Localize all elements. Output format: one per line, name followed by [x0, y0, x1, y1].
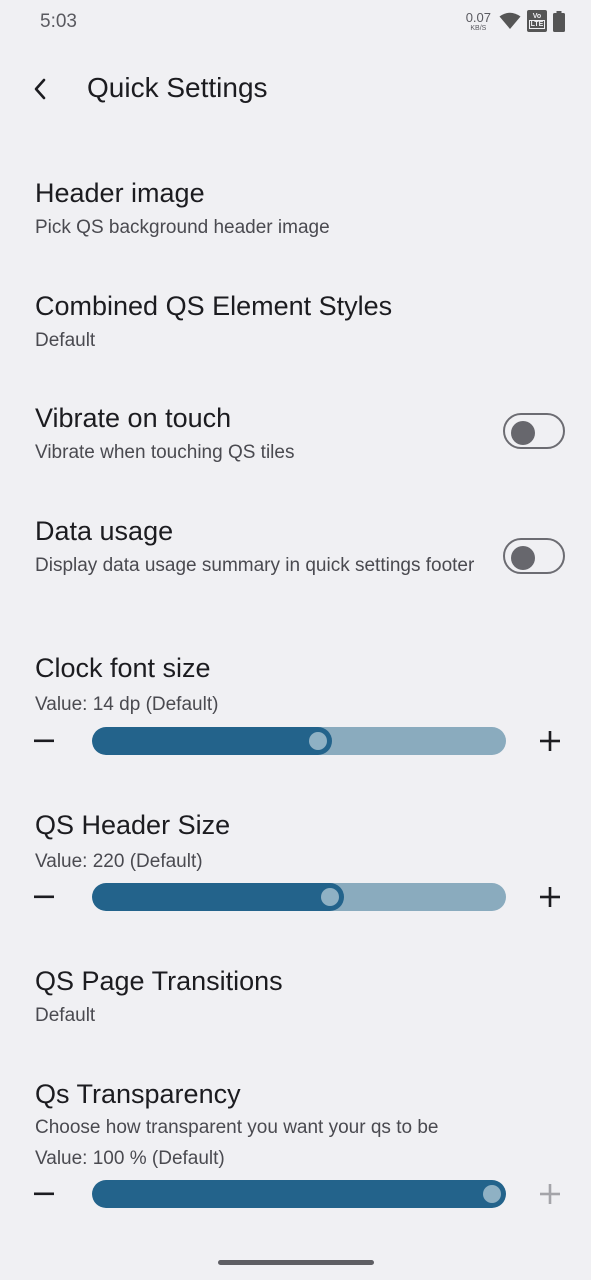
setting-qs-page-transitions[interactable]: QS Page Transitions Default [0, 953, 591, 1053]
volte-label-top: Vo [532, 12, 542, 20]
increase-button[interactable] [530, 721, 570, 761]
app-bar: Quick Settings [0, 56, 591, 122]
setting-subtitle: Vibrate when touching QS tiles [35, 442, 295, 463]
network-speed-value: 0.07 [465, 9, 491, 25]
back-button[interactable] [20, 69, 60, 109]
setting-subtitle: Pick QS background header image [35, 217, 330, 238]
setting-header-image[interactable]: Header image Pick QS background header i… [0, 165, 591, 265]
clock-font-size-slider-row [0, 721, 591, 761]
setting-title: QS Header Size [35, 810, 231, 840]
qs-header-size-slider[interactable] [92, 883, 506, 911]
slider-value-text: Value: 14 dp (Default) [35, 694, 219, 715]
volte-icon: Vo LTE [527, 10, 547, 32]
qs-transparency-slider[interactable] [92, 1180, 506, 1208]
decrease-button[interactable] [24, 721, 64, 761]
switch-thumb [511, 546, 535, 570]
clock-font-size-slider[interactable] [92, 727, 506, 755]
status-bar: 5:03 0.07 KB/S Vo LTE [0, 0, 591, 44]
minus-icon [34, 895, 54, 899]
qs-header-size-slider-row [0, 877, 591, 917]
setting-title: QS Page Transitions [35, 966, 283, 996]
increase-button-disabled[interactable] [530, 1174, 570, 1214]
slider-thumb[interactable] [483, 1185, 501, 1203]
slider-thumb[interactable] [320, 888, 339, 906]
slider-fill [92, 1180, 506, 1208]
switch-thumb [511, 421, 535, 445]
back-arrow-icon [34, 78, 46, 100]
setting-subtitle: Display data usage summary in quick sett… [35, 555, 475, 576]
slider-value-text: Value: 100 % (Default) [35, 1148, 225, 1169]
setting-clock-font-size: Clock font size Value: 14 dp (Default) [0, 640, 591, 770]
setting-combined-qs-element-styles[interactable]: Combined QS Element Styles Default [0, 278, 591, 378]
plus-icon [540, 887, 560, 907]
page-title: Quick Settings [87, 72, 268, 103]
setting-subtitle: Default [35, 1005, 96, 1026]
setting-qs-transparency: Qs Transparency Choose how transparent y… [0, 1066, 591, 1226]
vibrate-on-touch-switch[interactable] [503, 413, 565, 449]
plus-icon [540, 1184, 560, 1204]
setting-subtitle: Default [35, 330, 96, 351]
wifi-icon [499, 12, 521, 29]
network-speed-unit: KB/S [470, 24, 487, 32]
decrease-button[interactable] [24, 1174, 64, 1214]
data-usage-switch[interactable] [503, 538, 565, 574]
qs-transparency-slider-row [0, 1174, 591, 1214]
setting-data-usage[interactable]: Data usage Display data usage summary in… [0, 503, 591, 623]
minus-icon [34, 739, 54, 743]
setting-subtitle: Choose how transparent you want your qs … [35, 1117, 439, 1138]
slider-fill [92, 883, 344, 911]
plus-icon [540, 731, 560, 751]
setting-title: Qs Transparency [35, 1079, 241, 1109]
setting-title: Clock font size [35, 653, 211, 683]
setting-qs-header-size: QS Header Size Value: 220 (Default) [0, 797, 591, 927]
battery-icon [553, 10, 565, 32]
status-time: 5:03 [40, 11, 77, 32]
status-icons: 0.07 KB/S Vo LTE [466, 10, 565, 32]
setting-title: Header image [35, 178, 205, 208]
decrease-button[interactable] [24, 877, 64, 917]
setting-vibrate-on-touch[interactable]: Vibrate on touch Vibrate when touching Q… [0, 390, 591, 490]
network-speed: 0.07 KB/S [466, 11, 491, 32]
slider-value-text: Value: 220 (Default) [35, 851, 203, 872]
quick-settings-screen: 5:03 0.07 KB/S Vo LTE Quick Settings Hea… [0, 0, 591, 1280]
gesture-nav-handle[interactable] [218, 1260, 374, 1265]
volte-label-bottom: LTE [528, 20, 546, 30]
setting-title: Combined QS Element Styles [35, 291, 393, 321]
setting-title: Vibrate on touch [35, 403, 232, 433]
increase-button[interactable] [530, 877, 570, 917]
setting-title: Data usage [35, 516, 174, 546]
minus-icon [34, 1192, 54, 1196]
slider-fill [92, 727, 333, 755]
